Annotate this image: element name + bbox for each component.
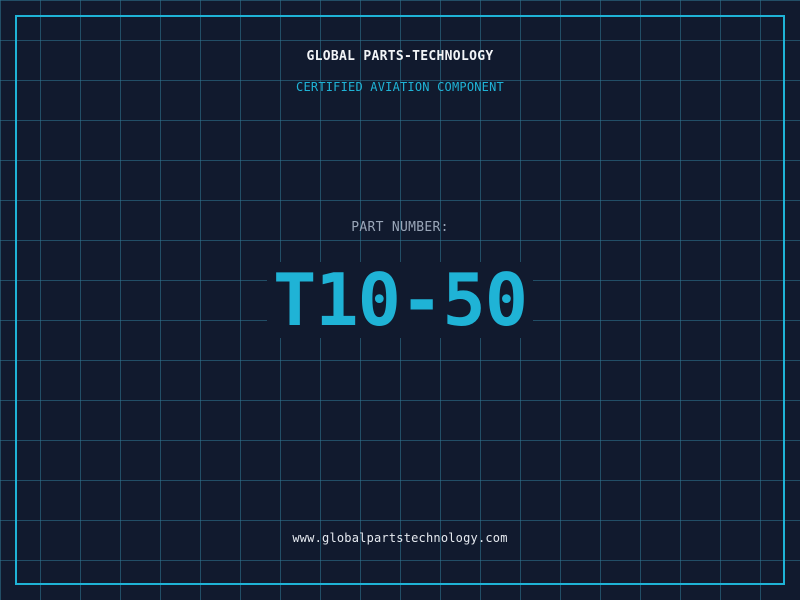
certification-subtitle: CERTIFIED AVIATION COMPONENT (296, 80, 504, 94)
company-name: GLOBAL PARTS-TECHNOLOGY (306, 49, 494, 64)
website-url: www.globalpartstechnology.com (292, 531, 508, 545)
part-number-container: T10-50 (0, 262, 800, 338)
part-number-label: PART NUMBER: (351, 220, 449, 235)
label-card: GLOBAL PARTS-TECHNOLOGY CERTIFIED AVIATI… (0, 0, 800, 600)
part-number-value: T10-50 (266, 262, 534, 338)
